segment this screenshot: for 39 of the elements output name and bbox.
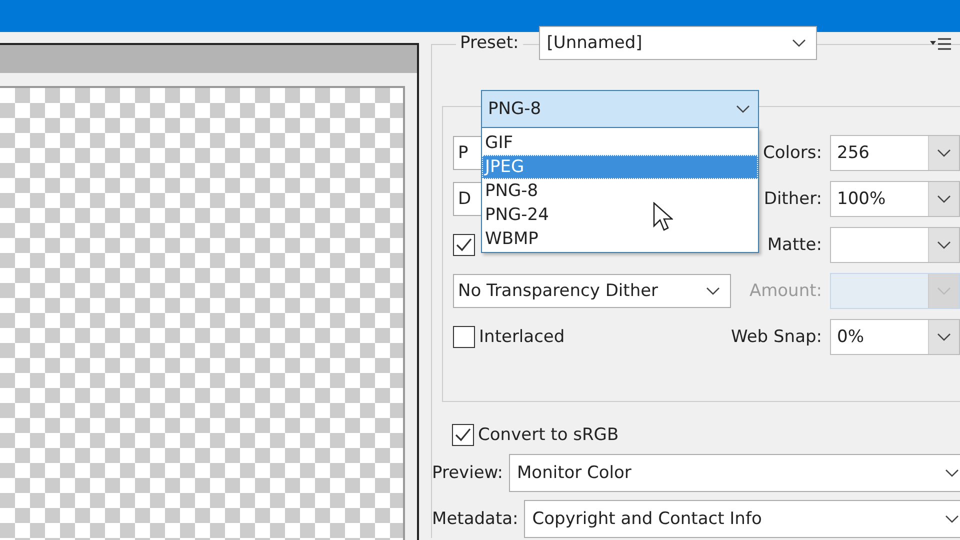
- chevron-icon: [945, 469, 959, 477]
- preset-select[interactable]: [Unnamed]: [538, 26, 817, 60]
- chevron-icon: [706, 287, 720, 295]
- format-select[interactable]: PNG-8: [481, 90, 760, 128]
- metadata-label: Metadata:: [432, 509, 518, 529]
- chevron-icon: [945, 515, 959, 523]
- chevron-icon: [736, 105, 750, 113]
- preview-select[interactable]: Monitor Color: [509, 454, 960, 492]
- chevron-icon: [937, 241, 951, 249]
- field-label: Amount:: [749, 281, 823, 301]
- cursor-icon: [653, 202, 674, 232]
- combo-field[interactable]: [830, 227, 960, 263]
- chevron-icon: [937, 195, 951, 203]
- combo-field[interactable]: 0%: [830, 319, 960, 355]
- dropdown-option[interactable]: WBMP: [482, 227, 758, 251]
- preview-label: Preview:: [432, 463, 504, 483]
- field-label: Colors:: [763, 143, 823, 163]
- check-icon: [456, 238, 472, 252]
- menu-icon[interactable]: [930, 37, 952, 51]
- checkbox-label: Interlaced: [479, 327, 565, 347]
- dropdown-option[interactable]: GIF: [482, 131, 758, 155]
- chevron-icon: [937, 149, 951, 157]
- combo-field[interactable]: 256: [830, 135, 960, 171]
- dropdown-option[interactable]: PNG-24: [482, 203, 758, 227]
- dropdown-option[interactable]: PNG-8: [482, 179, 758, 203]
- check-icon: [455, 428, 472, 442]
- chevron-icon: [792, 39, 806, 47]
- field-label: Dither:: [764, 189, 823, 209]
- field-label: Matte:: [767, 235, 823, 255]
- checkbox[interactable]: [452, 424, 474, 446]
- checkbox[interactable]: [453, 326, 476, 348]
- select-field[interactable]: No Transparency Dither: [453, 274, 732, 308]
- field-label: Web Snap:: [731, 327, 823, 347]
- combo-field[interactable]: 100%: [830, 181, 960, 217]
- chevron-icon: [937, 333, 951, 341]
- metadata-select[interactable]: Copyright and Contact Info: [524, 500, 960, 538]
- checkbox[interactable]: [453, 234, 476, 256]
- chevron-icon: [937, 287, 951, 295]
- checkbox-label: Convert to sRGB: [478, 425, 619, 445]
